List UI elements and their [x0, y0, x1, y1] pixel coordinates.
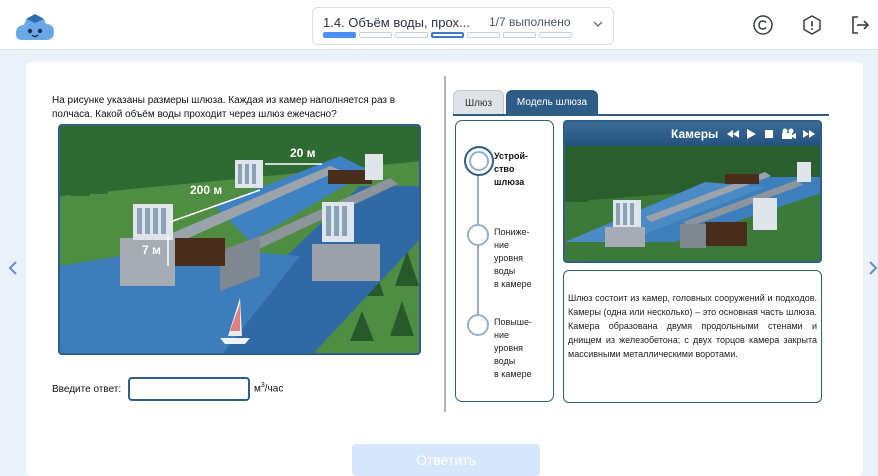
lesson-progress-text: 1/7 выполнено — [489, 15, 571, 29]
step-label-raising[interactable]: Повыше- ние уровня воды в камере — [494, 316, 546, 381]
tab-lock[interactable]: Шлюз — [453, 90, 504, 115]
progress-segment[interactable] — [359, 32, 392, 38]
tab-underline — [453, 114, 829, 116]
alert-icon[interactable] — [801, 14, 823, 36]
length-label: 200 м — [190, 183, 223, 197]
stop-icon[interactable] — [763, 128, 775, 140]
chevron-down-icon[interactable] — [591, 17, 605, 31]
rewind-icon[interactable] — [727, 128, 739, 140]
step-dot-device[interactable] — [464, 146, 494, 176]
tab-lock-model[interactable]: Модель шлюза — [506, 90, 598, 115]
depth-label: 7 м — [142, 243, 161, 257]
answer-unit: м3/час — [254, 382, 283, 394]
player-toolbar: Камеры — [565, 122, 820, 146]
panel-divider — [444, 76, 446, 412]
answer-label: Введите ответ: — [52, 384, 122, 395]
step-label-device[interactable]: Устрой- ство шлюза — [494, 150, 546, 189]
cloud-mascot-logo[interactable] — [14, 10, 56, 44]
submit-answer-button[interactable]: Ответить — [352, 444, 540, 476]
steps-connector — [477, 168, 479, 328]
animation-player[interactable]: Камеры — [563, 120, 822, 263]
step-dot-raising[interactable] — [467, 314, 489, 336]
progress-segment[interactable] — [503, 32, 536, 38]
play-icon[interactable] — [745, 128, 757, 140]
progress-segment-current[interactable] — [431, 32, 464, 38]
lesson-selector[interactable]: 1.4. Объём воды, прох... 1/7 выполнено — [312, 7, 614, 45]
copyright-icon[interactable] — [752, 14, 774, 36]
exit-icon[interactable] — [849, 14, 871, 36]
camera-icon[interactable] — [781, 128, 797, 140]
progress-segment[interactable] — [539, 32, 572, 38]
top-bar: 1.4. Объём воды, прох... 1/7 выполнено — [0, 0, 878, 50]
width-label: 20 м — [290, 146, 316, 160]
progress-segment[interactable] — [323, 32, 356, 38]
progress-segment[interactable] — [395, 32, 428, 38]
answer-input[interactable] — [128, 377, 250, 401]
player-title: Камеры — [671, 127, 719, 141]
lock-illustration: 20 м 200 м 7 м — [58, 124, 421, 355]
chevron-left-icon[interactable] — [6, 258, 20, 278]
step-dot-lowering[interactable] — [467, 224, 489, 246]
lock-scene — [60, 126, 419, 353]
fast-forward-icon[interactable] — [803, 128, 815, 140]
lesson-title: 1.4. Объём воды, прох... — [323, 15, 470, 30]
question-text: На рисунке указаны размеры шлюза. Каждая… — [52, 95, 396, 120]
progress-segment[interactable] — [467, 32, 500, 38]
chevron-right-icon[interactable] — [866, 258, 878, 278]
unit-base: м — [254, 383, 261, 395]
step-label-lowering[interactable]: Пониже- ние уровня воды в камере — [494, 226, 546, 291]
description-text: Шлюз состоит из камер, головных сооружен… — [563, 270, 822, 403]
unit-tail: /час — [264, 383, 284, 395]
lesson-progress-bar — [323, 32, 572, 38]
